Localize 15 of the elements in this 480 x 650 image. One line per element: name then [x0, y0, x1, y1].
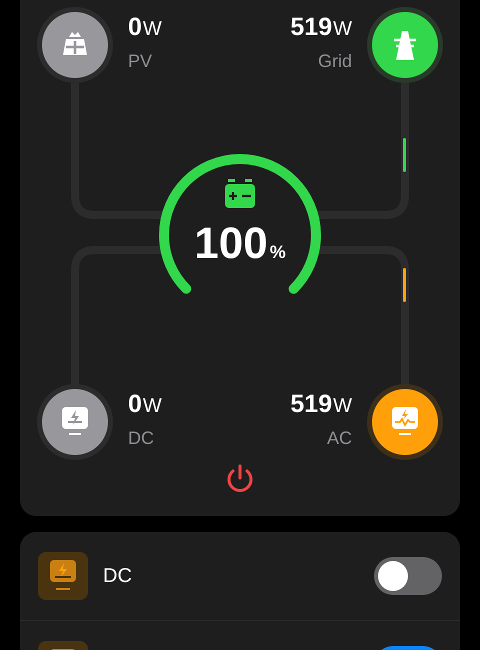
ac-outlet-icon — [390, 406, 420, 438]
battery-percentage: 100% — [193, 222, 287, 266]
dc-outlet-icon — [60, 406, 90, 438]
node-label: DC — [128, 429, 154, 447]
power-reading: 0W — [128, 15, 162, 40]
node-label: AC — [326, 429, 352, 447]
node-label: PV — [128, 52, 152, 70]
toggle-switch[interactable] — [374, 557, 442, 595]
power-reading: 519W — [290, 392, 352, 417]
outlet-icon — [47, 559, 79, 593]
node-label: Grid — [318, 52, 352, 70]
power-reading: 519W — [290, 15, 352, 40]
battery-icon — [225, 179, 255, 208]
output-label: DC — [103, 564, 132, 589]
power-reading: 0W — [128, 392, 162, 417]
